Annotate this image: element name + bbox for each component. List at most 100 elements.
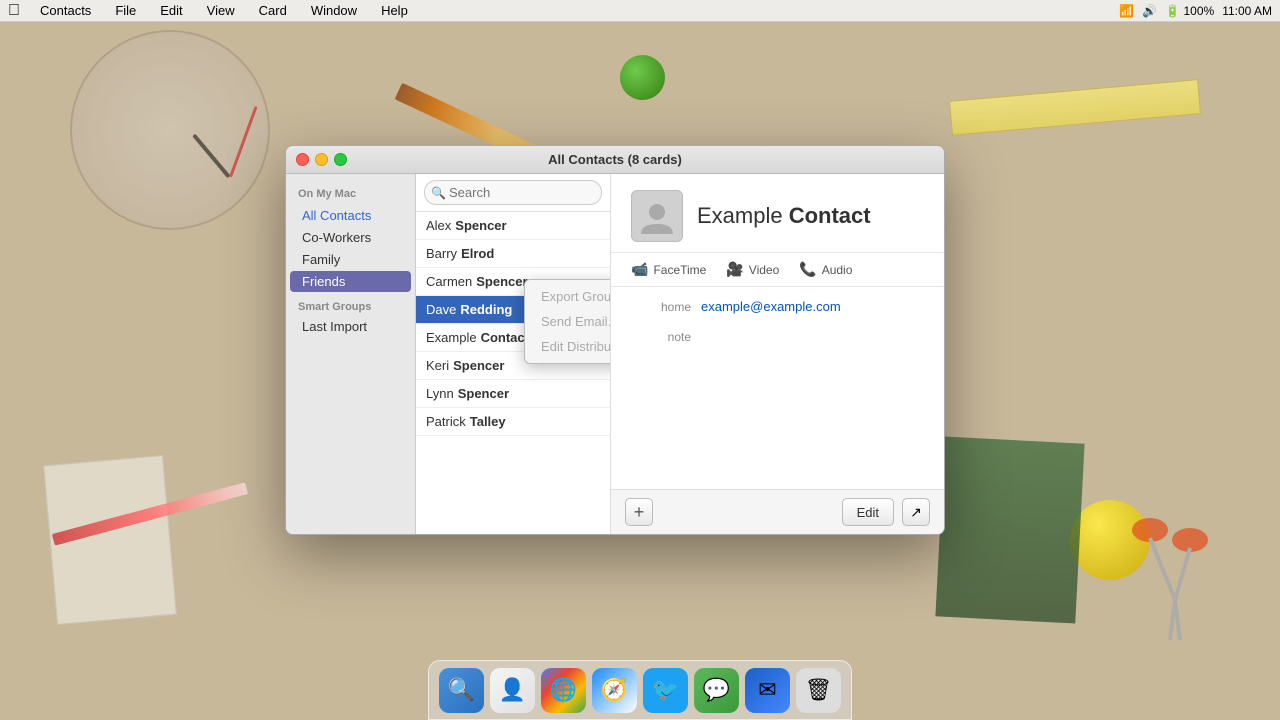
- dock: 🔍 👤 🌐 🧭 🐦 💬 ✉ 🗑: [428, 660, 852, 720]
- contact-first-name: Alex: [426, 218, 451, 233]
- menu-window[interactable]: Window: [307, 3, 361, 18]
- contact-actions: 📹 FaceTime 🎥 Video 📞 Audio: [611, 253, 944, 287]
- ruler-decoration: [949, 79, 1201, 136]
- traffic-lights: [296, 153, 347, 166]
- wifi-icon: 📶: [1119, 4, 1134, 18]
- context-menu-edit-distribution: Edit Distribution List…: [525, 334, 611, 359]
- window-title: All Contacts (8 cards): [548, 152, 682, 167]
- contact-last-name: Redding: [460, 302, 512, 317]
- notebook-decoration: [43, 455, 176, 625]
- video-label: Video: [749, 263, 779, 277]
- yellow-ball-decoration: [1070, 500, 1150, 580]
- sidebar-item-friends[interactable]: Friends: [290, 271, 411, 292]
- apple-menu[interactable]: : [8, 2, 20, 20]
- desktop:  Contacts File Edit View Card Window He…: [0, 0, 1280, 720]
- audio-label: Audio: [822, 263, 853, 277]
- contact-first-name: Patrick: [426, 414, 466, 429]
- add-icon: +: [634, 502, 645, 523]
- menu-card[interactable]: Card: [255, 3, 291, 18]
- dock-icon-finder[interactable]: 🔍: [439, 668, 484, 713]
- contact-last-name: Spencer: [458, 386, 509, 401]
- contact-item-barry-elrod[interactable]: Barry Elrod: [416, 240, 610, 268]
- window-titlebar: All Contacts (8 cards): [286, 146, 944, 174]
- contact-list: Alex Spencer Barry Elrod Carmen Spencer …: [416, 212, 610, 534]
- menu-help[interactable]: Help: [377, 3, 412, 18]
- sidebar-item-family[interactable]: Family: [290, 249, 411, 270]
- detail-footer: + Edit ↗: [611, 489, 944, 534]
- context-menu-export: Export Group…: [525, 284, 611, 309]
- email-label: home: [631, 300, 691, 314]
- close-button[interactable]: [296, 153, 309, 166]
- avatar: [631, 190, 683, 242]
- contact-fields: home example@example.com note: [611, 287, 944, 489]
- detail-panel: Example Contact 📹 FaceTime 🎥 Video 📞: [611, 174, 944, 534]
- contact-last-name: Talley: [470, 414, 506, 429]
- footer-actions: Edit ↗: [842, 498, 930, 526]
- context-menu-send-email: Send Email…: [525, 309, 611, 334]
- menubar:  Contacts File Edit View Card Window He…: [0, 0, 1280, 22]
- window-body: On My Mac All Contacts Co-Workers Family…: [286, 174, 944, 534]
- contact-display-first: Example: [697, 203, 783, 228]
- contact-last-name: Contact: [481, 330, 529, 345]
- video-icon: 🎥: [726, 261, 743, 278]
- search-icon: 🔍: [431, 186, 446, 200]
- maximize-button[interactable]: [334, 153, 347, 166]
- search-input[interactable]: [424, 180, 602, 205]
- menubar-right: 📶 🔊 🔋 100% 11:00 AM: [1119, 4, 1272, 18]
- video-action[interactable]: 🎥 Video: [726, 261, 779, 278]
- dock-icon-contacts[interactable]: 👤: [490, 668, 535, 713]
- contact-first-name: Keri: [426, 358, 449, 373]
- menu-edit[interactable]: Edit: [156, 3, 186, 18]
- contact-first-name: Barry: [426, 246, 457, 261]
- detail-header: Example Contact: [611, 174, 944, 253]
- contact-first-name: Example: [426, 330, 477, 345]
- context-menu: Export Group… Send Email… Edit Distribut…: [524, 279, 611, 364]
- sidebar-item-last-import[interactable]: Last Import: [290, 316, 411, 337]
- contact-display-name: Example Contact: [697, 203, 871, 229]
- note-field-row: note: [631, 330, 924, 344]
- contact-item-alex-spencer[interactable]: Alex Spencer: [416, 212, 610, 240]
- email-field-row: home example@example.com: [631, 299, 924, 314]
- contacts-window: All Contacts (8 cards) On My Mac All Con…: [285, 145, 945, 535]
- green-ball-decoration: [620, 55, 665, 100]
- book-decoration: [935, 436, 1084, 623]
- email-value: example@example.com: [701, 299, 841, 314]
- dock-icon-mail[interactable]: ✉: [745, 668, 790, 713]
- menu-contacts[interactable]: Contacts: [36, 3, 95, 18]
- sidebar: On My Mac All Contacts Co-Workers Family…: [286, 174, 416, 534]
- smart-groups-label: Smart Groups: [286, 293, 415, 315]
- dock-icon-trash[interactable]: 🗑: [796, 668, 841, 713]
- facetime-action[interactable]: 📹 FaceTime: [631, 261, 706, 278]
- red-pencil-decoration: [52, 482, 248, 545]
- audio-action[interactable]: 📞 Audio: [799, 261, 852, 278]
- sidebar-item-all-contacts[interactable]: All Contacts: [290, 205, 411, 226]
- contact-list-panel: 🔍 Alex Spencer Barry Elrod Carmen: [416, 174, 611, 534]
- contact-first-name: Carmen: [426, 274, 472, 289]
- share-button[interactable]: ↗: [902, 498, 930, 526]
- edit-button[interactable]: Edit: [842, 498, 894, 526]
- contact-display-last: Contact: [789, 203, 871, 228]
- contact-item-patrick-talley[interactable]: Patrick Talley: [416, 408, 610, 436]
- dock-icon-messages[interactable]: 💬: [694, 668, 739, 713]
- contact-item-lynn-spencer[interactable]: Lynn Spencer: [416, 380, 610, 408]
- menu-file[interactable]: File: [111, 3, 140, 18]
- minimize-button[interactable]: [315, 153, 328, 166]
- clock-display: 11:00 AM: [1222, 4, 1272, 18]
- facetime-label: FaceTime: [653, 263, 706, 277]
- share-icon: ↗: [910, 504, 922, 521]
- sidebar-item-co-workers[interactable]: Co-Workers: [290, 227, 411, 248]
- contact-last-name: Spencer: [476, 274, 527, 289]
- dock-icon-safari[interactable]: 🧭: [592, 668, 637, 713]
- contact-last-name: Spencer: [453, 358, 504, 373]
- phone-icon: 📞: [799, 261, 816, 278]
- on-my-mac-label: On My Mac: [286, 184, 415, 204]
- contact-last-name: Spencer: [455, 218, 506, 233]
- add-contact-button[interactable]: +: [625, 498, 653, 526]
- contact-first-name: Lynn: [426, 386, 454, 401]
- menu-view[interactable]: View: [203, 3, 239, 18]
- dock-icon-twitter[interactable]: 🐦: [643, 668, 688, 713]
- contact-first-name: Dave: [426, 302, 456, 317]
- dock-icon-chrome[interactable]: 🌐: [541, 668, 586, 713]
- clock-decoration: [70, 30, 270, 230]
- volume-icon: 🔊: [1142, 4, 1157, 18]
